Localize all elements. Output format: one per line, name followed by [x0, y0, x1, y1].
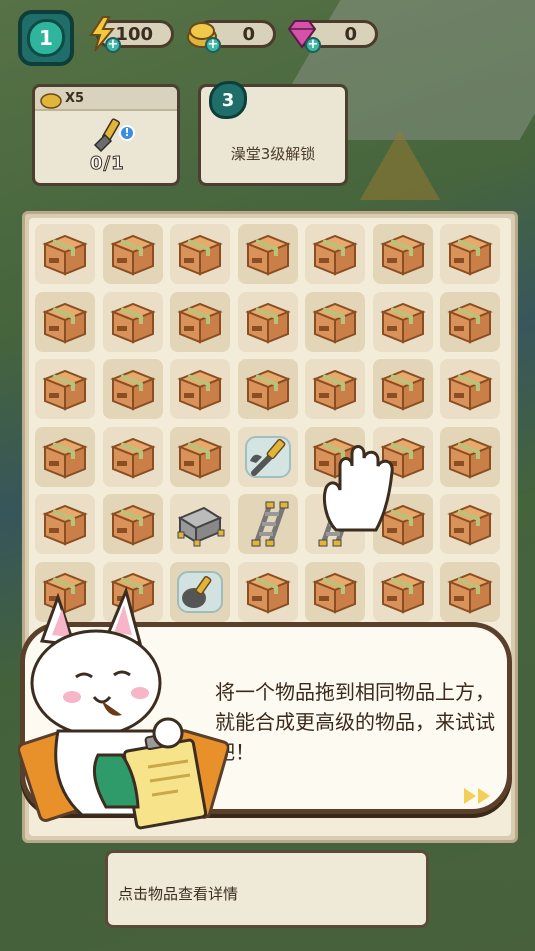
cardboard-box-icon [109, 369, 156, 411]
task-reward-label: X5 [65, 91, 85, 106]
cardboard-box-icon [109, 437, 156, 478]
metal-frame-icon [177, 506, 225, 547]
board-cell-box[interactable] [237, 224, 298, 284]
board-cell-box[interactable] [35, 359, 95, 419]
board-cell-box[interactable] [305, 291, 365, 352]
energy-counter[interactable]: + 100 [89, 16, 174, 53]
cardboard-box-icon [447, 572, 493, 613]
cat-mascot-icon [18, 586, 228, 830]
cardboard-box-icon [447, 369, 493, 411]
task-lock-text: 澡堂3级解锁 [230, 145, 316, 163]
fast-forward-icon[interactable] [462, 786, 494, 806]
player-level-badge[interactable]: 1 [18, 10, 74, 66]
cardboard-box-icon [379, 572, 426, 613]
cardboard-box-icon [244, 234, 291, 276]
coin-reward-icon [40, 93, 62, 109]
board-cell-box[interactable] [440, 224, 500, 284]
board-cell-box[interactable] [170, 426, 230, 487]
cardboard-box-icon [109, 234, 156, 276]
item-info-text: 点击物品查看详情 [118, 885, 239, 903]
board-cell-box[interactable] [440, 561, 500, 622]
cardboard-box-icon [177, 234, 223, 276]
add-gems-icon[interactable]: + [305, 37, 321, 53]
cardboard-box-icon [177, 437, 223, 478]
player-level-value: 1 [27, 19, 65, 57]
cardboard-box-icon [42, 369, 88, 411]
cardboard-box-icon [312, 302, 358, 343]
board-cell-box[interactable] [237, 359, 298, 419]
add-coins-icon[interactable]: + [205, 37, 221, 53]
add-energy-icon[interactable]: + [105, 37, 121, 53]
wrench-tool-icon [244, 435, 291, 478]
cardboard-box-icon [109, 504, 156, 546]
cardboard-box-icon [42, 437, 88, 478]
board-cell-box[interactable] [372, 561, 433, 622]
task-card-active[interactable]: X5 ! 0/1 [32, 84, 180, 186]
board-cell-box[interactable] [305, 224, 365, 284]
unlock-level-badge: 3 [209, 81, 247, 119]
board-cell-box[interactable] [35, 291, 95, 352]
energy-value: 100 [115, 23, 153, 45]
task-progress-text: 0/1 [90, 153, 125, 175]
board-cell-box[interactable] [35, 494, 95, 554]
cardboard-box-icon [177, 369, 223, 411]
cardboard-box-icon [244, 369, 291, 411]
cardboard-box-icon [42, 504, 88, 546]
board-cell-box[interactable] [372, 291, 433, 352]
gems-counter[interactable]: + 0 [287, 20, 378, 53]
coins-counter[interactable]: + 0 [187, 20, 276, 53]
board-cell-box[interactable] [170, 359, 230, 419]
cardboard-box-icon [379, 234, 426, 276]
board-cell-frame[interactable] [170, 494, 230, 554]
board-cell-box[interactable] [35, 426, 95, 487]
item-info-bar[interactable]: 点击物品查看详情 [105, 850, 429, 928]
cardboard-box-icon [42, 234, 88, 276]
board-cell-box[interactable] [170, 291, 230, 352]
board-cell-box[interactable] [102, 359, 163, 419]
board-cell-box[interactable] [305, 561, 365, 622]
board-cell-box[interactable] [372, 224, 433, 284]
task-alert-icon: ! [119, 125, 135, 141]
board-cell-box[interactable] [237, 291, 298, 352]
board-cell-box[interactable] [440, 426, 500, 487]
task-card-locked[interactable]: 3 澡堂3级解锁 [198, 81, 348, 186]
board-cell-box[interactable] [102, 494, 163, 554]
cardboard-box-icon [379, 369, 426, 411]
board-cell-tool-wrench[interactable] [237, 426, 298, 487]
metal-ladder-icon [251, 501, 288, 547]
cardboard-box-icon [244, 302, 291, 343]
tutorial-text: 将一个物品拖到相同物品上方，就能合成更高级的物品，来试试吧！ [215, 680, 495, 764]
cardboard-box-icon [447, 234, 493, 276]
cardboard-box-icon [312, 234, 358, 276]
board-cell-box[interactable] [237, 561, 298, 622]
cardboard-box-icon [312, 572, 358, 613]
board-cell-box[interactable] [440, 359, 500, 419]
board-cell-box[interactable] [372, 359, 433, 419]
cardboard-box-icon [447, 302, 493, 343]
board-cell-box[interactable] [170, 224, 230, 284]
cardboard-box-icon [177, 302, 223, 343]
gems-value: 0 [344, 23, 357, 45]
board-cell-box[interactable] [305, 359, 365, 419]
board-cell-box[interactable] [35, 224, 95, 284]
coins-value: 0 [242, 23, 255, 45]
cardboard-box-icon [42, 302, 88, 343]
cardboard-box-icon [244, 572, 291, 613]
board-cell-box[interactable] [102, 426, 163, 487]
board-cell-box[interactable] [102, 291, 163, 352]
cardboard-box-icon [447, 437, 493, 478]
cardboard-box-icon [379, 302, 426, 343]
cardboard-box-icon [447, 504, 493, 546]
cardboard-box-icon [109, 302, 156, 343]
board-cell-box[interactable] [102, 224, 163, 284]
cardboard-box-icon [312, 369, 358, 411]
tutorial-hand-pointer-icon [322, 445, 394, 532]
board-cell-ladder[interactable] [237, 494, 298, 554]
board-cell-box[interactable] [440, 291, 500, 352]
board-cell-box[interactable] [440, 494, 500, 554]
